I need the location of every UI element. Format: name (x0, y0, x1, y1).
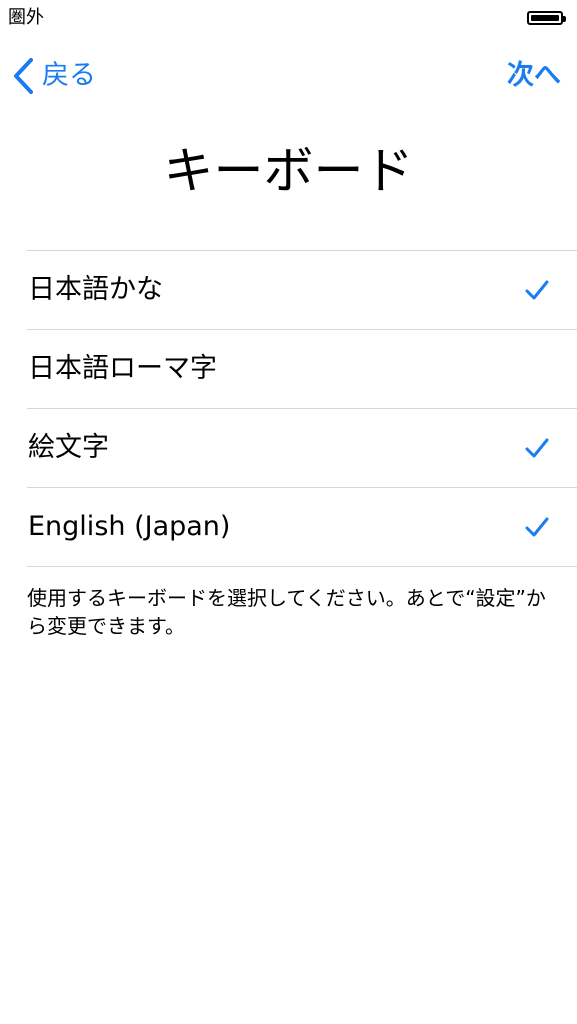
keyboard-row-emoji[interactable]: 絵文字 (27, 409, 577, 488)
carrier-label: 圏外 (8, 7, 44, 28)
keyboard-list: 日本語かな 日本語ローマ字 絵文字 English (Japan) (27, 250, 577, 567)
keyboard-label: 日本語ローマ字 (28, 353, 217, 384)
back-button[interactable]: 戻る (12, 54, 96, 98)
footer-note: 使用するキーボードを選択してください。あとで“設定”から変更できます。 (27, 586, 546, 638)
battery-icon (527, 11, 566, 25)
checkmark-icon (525, 516, 549, 538)
keyboard-row-english-japan[interactable]: English (Japan) (27, 488, 577, 567)
keyboard-row-kana[interactable]: 日本語かな (27, 251, 577, 330)
checkmark-icon (525, 437, 549, 459)
battery-nub (563, 16, 566, 22)
battery-fill (531, 15, 559, 21)
checkmark-icon (525, 279, 549, 301)
keyboard-label: 絵文字 (28, 432, 109, 463)
keyboard-label: English (Japan) (28, 511, 231, 542)
keyboard-row-romaji[interactable]: 日本語ローマ字 (27, 330, 577, 409)
back-label: 戻る (42, 60, 96, 91)
next-button[interactable]: 次へ (507, 54, 561, 98)
status-bar: 圏外 (0, 0, 577, 40)
keyboard-label: 日本語かな (28, 274, 163, 305)
page-title: キーボード (163, 142, 414, 200)
navigation-bar: 戻る 次へ (0, 40, 577, 110)
chevron-left-icon (12, 57, 34, 95)
